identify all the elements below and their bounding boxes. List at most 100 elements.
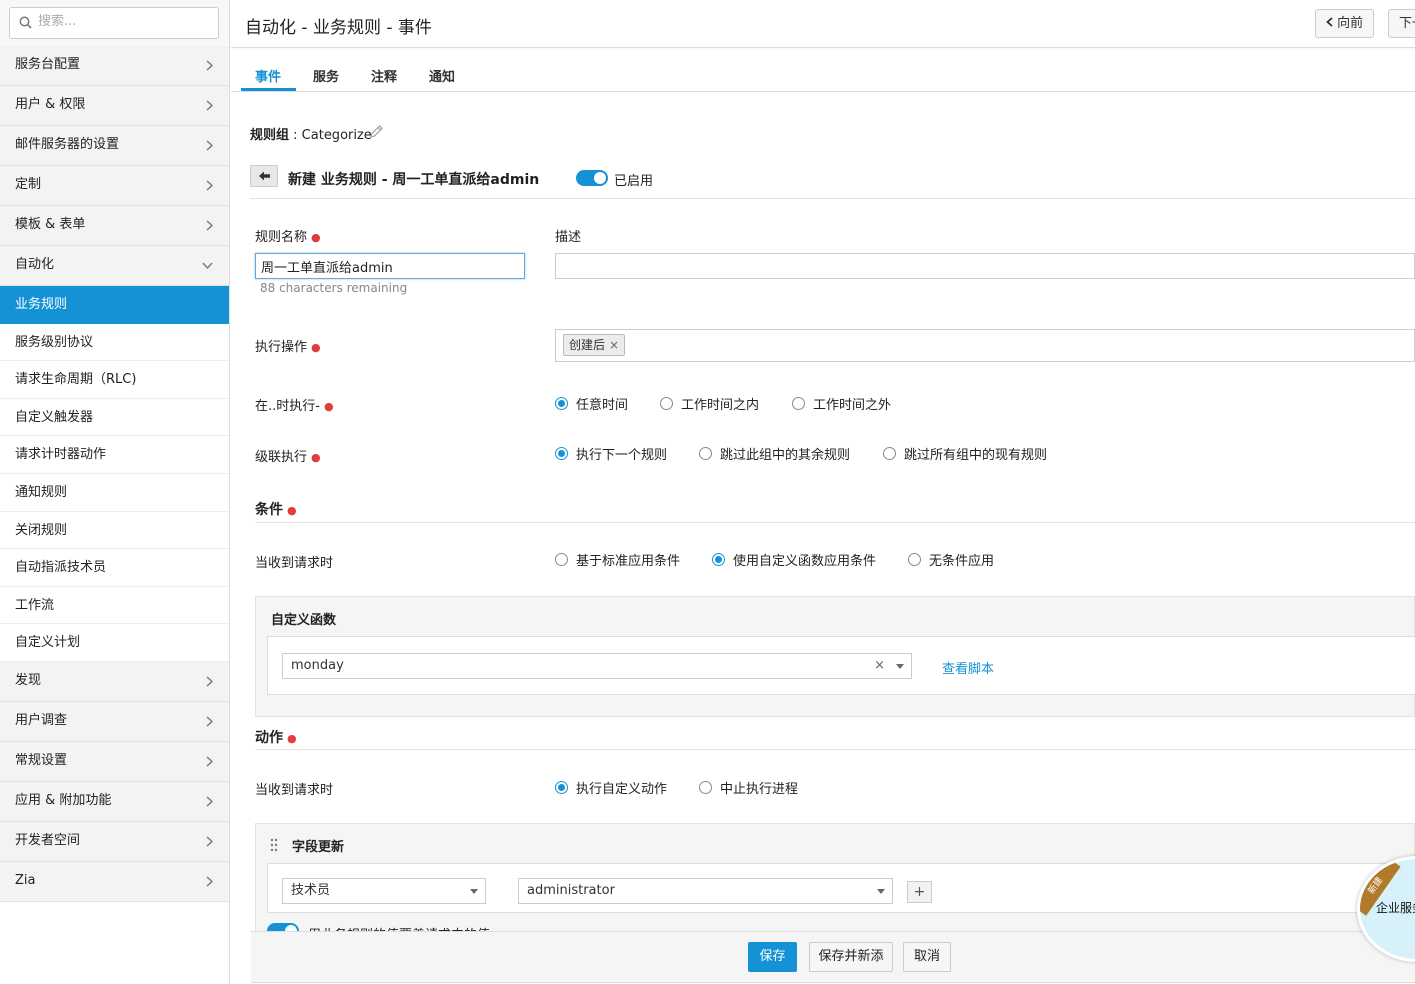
execute-on-multiselect[interactable]: 创建后 ×: [555, 329, 1415, 362]
field-select[interactable]: 技术员: [282, 878, 486, 904]
tab-notifications[interactable]: 通知: [429, 66, 455, 85]
sidebar-item-discovery[interactable]: 发现: [0, 661, 229, 702]
sidebar-item-helpdesk[interactable]: 服务台配置: [0, 46, 229, 86]
sidebar-item-general-settings[interactable]: 常规设置: [0, 741, 229, 782]
save-and-new-button[interactable]: 保存并新添: [809, 942, 893, 972]
radio-dot: [792, 397, 805, 410]
tab-services[interactable]: 服务: [313, 66, 339, 85]
add-field-button[interactable]: +: [907, 881, 932, 903]
top-bar: 自动化 - 业务规则 - 事件 向前 下一: [231, 0, 1415, 48]
enabled-toggle[interactable]: [576, 170, 608, 186]
save-button[interactable]: 保存: [748, 942, 797, 972]
sidebar-item-apps-addons[interactable]: 应用 & 附加功能: [0, 781, 229, 822]
search-box[interactable]: [9, 7, 219, 39]
view-script-link[interactable]: 查看脚本: [942, 658, 994, 677]
radio-stop-process[interactable]: 中止执行进程: [699, 778, 798, 797]
sidebar-item-automation[interactable]: 自动化: [0, 246, 229, 286]
active-tab-indicator: [241, 88, 296, 91]
sidebar-subitem-custom-triggers[interactable]: 自定义触发器: [0, 398, 229, 437]
radio-dot: [908, 553, 921, 566]
required-marker: ●: [287, 503, 297, 517]
radio-custom-function[interactable]: 使用自定义函数应用条件: [712, 550, 876, 569]
arrow-left-icon: [259, 171, 270, 181]
search-input[interactable]: [38, 14, 218, 29]
rule-name-input[interactable]: [255, 253, 525, 279]
sidebar-subitem-custom-schedules[interactable]: 自定义计划: [0, 624, 229, 662]
remove-tag-icon[interactable]: ×: [609, 338, 619, 352]
sidebar-item-customization[interactable]: 定制: [0, 166, 229, 206]
sidebar-subitem-rlc[interactable]: 请求生命周期（RLC): [0, 361, 229, 399]
sidebar-subitem-timer-actions[interactable]: 请求计时器动作: [0, 436, 229, 474]
sidebar-item-mail-server[interactable]: 邮件服务器的设置: [0, 126, 229, 166]
radio-standard-conditions[interactable]: 基于标准应用条件: [555, 550, 680, 569]
custom-function-panel: 自定义函数 monday × 查看脚本: [255, 596, 1415, 717]
actions-heading: 动作: [255, 730, 283, 746]
tab-notes[interactable]: 注释: [371, 66, 397, 85]
radio-label: 执行自定义动作: [576, 782, 668, 797]
execute-on-label: 执行操作: [255, 340, 308, 355]
radio-skip-all-rules[interactable]: 跳过所有组中的现有规则: [883, 444, 1047, 463]
tab-events[interactable]: 事件: [255, 66, 281, 85]
plus-icon: +: [913, 884, 926, 900]
custom-function-value: monday: [291, 658, 344, 673]
radio-outside-hours[interactable]: 工作时间之外: [792, 394, 891, 413]
field-value-select[interactable]: administrator: [518, 878, 893, 904]
required-marker: ●: [323, 400, 334, 413]
cascade-label: 级联执行: [255, 450, 308, 465]
sidebar-item-zia[interactable]: Zia: [0, 861, 229, 902]
radio-any-time[interactable]: 任意时间: [555, 394, 628, 413]
description-input[interactable]: [555, 253, 1415, 279]
drag-handle-icon[interactable]: [270, 838, 278, 856]
next-button-label: 下一: [1399, 16, 1415, 31]
radio-label: 跳过所有组中的现有规则: [904, 448, 1048, 463]
sidebar-item-users[interactable]: 用户 & 权限: [0, 86, 229, 126]
radio-run-next-rule[interactable]: 执行下一个规则: [555, 444, 667, 463]
sidebar-subitem-notification-rules[interactable]: 通知规则: [0, 473, 229, 512]
sidebar-subitem-workflows[interactable]: 工作流: [0, 586, 229, 625]
clear-icon[interactable]: ×: [874, 654, 885, 678]
sidebar-item-label: 发现: [15, 672, 42, 688]
back-button[interactable]: [250, 165, 278, 187]
radio-unconditional[interactable]: 无条件应用: [908, 550, 994, 569]
sidebar-item-developer-space[interactable]: 开发者空间: [0, 821, 229, 862]
radio-label: 跳过此组中的其余规则: [720, 448, 851, 463]
custom-function-box: monday × 查看脚本: [267, 636, 1415, 695]
caret-down-icon: [470, 889, 478, 894]
radio-skip-group-rules[interactable]: 跳过此组中的其余规则: [699, 444, 850, 463]
sidebar-item-label: 用户调查: [15, 712, 68, 728]
radio-dot: [555, 447, 568, 460]
sidebar-item-surveys[interactable]: 用户调查: [0, 701, 229, 742]
app-root: 服务台配置 用户 & 权限 邮件服务器的设置 定制 模板 & 表单 自动化 业务…: [0, 0, 1415, 984]
custom-function-select[interactable]: monday ×: [282, 653, 912, 679]
description-label: 描述: [555, 230, 582, 245]
sidebar-item-templates[interactable]: 模板 & 表单: [0, 206, 229, 246]
custom-function-heading: 自定义函数: [271, 613, 337, 628]
sidebar-subitem-auto-assign[interactable]: 自动指派技术员: [0, 549, 229, 587]
actions-when-label: 当收到请求时: [255, 783, 334, 798]
rule-group-value: Categorize: [301, 128, 372, 143]
next-button[interactable]: 下一: [1388, 9, 1415, 38]
pencil-icon[interactable]: [369, 124, 384, 143]
sidebar-subitem-business-rules[interactable]: 业务规则: [0, 286, 229, 324]
execute-on-tag: 创建后 ×: [563, 334, 626, 356]
radio-run-custom-actions[interactable]: 执行自定义动作: [555, 778, 667, 797]
cancel-button[interactable]: 取消: [903, 942, 951, 972]
field-select-value: 技术员: [291, 883, 331, 898]
search-icon: [19, 16, 32, 29]
radio-dot: [699, 781, 712, 794]
previous-button[interactable]: 向前: [1315, 9, 1375, 38]
radio-dot: [555, 553, 568, 566]
characters-remaining: 88 characters remaining: [260, 281, 408, 295]
execute-time-label: 在..时执行-: [255, 399, 320, 414]
execute-on-label-row: 执行操作 ●: [255, 336, 321, 355]
chevron-right-icon: [206, 742, 214, 780]
rule-name-label: 规则名称: [255, 230, 308, 245]
radio-dot: [699, 447, 712, 460]
sidebar-subitem-closure-rules[interactable]: 关闭规则: [0, 511, 229, 550]
radio-within-hours[interactable]: 工作时间之内: [660, 394, 759, 413]
previous-button-label: 向前: [1337, 16, 1364, 31]
sidebar-item-label: 用户 & 权限: [15, 97, 86, 112]
sidebar-subitem-sla[interactable]: 服务级别协议: [0, 323, 229, 362]
sidebar-item-label: 模板 & 表单: [15, 217, 86, 232]
sidebar-item-label: 应用 & 附加功能: [15, 792, 112, 808]
